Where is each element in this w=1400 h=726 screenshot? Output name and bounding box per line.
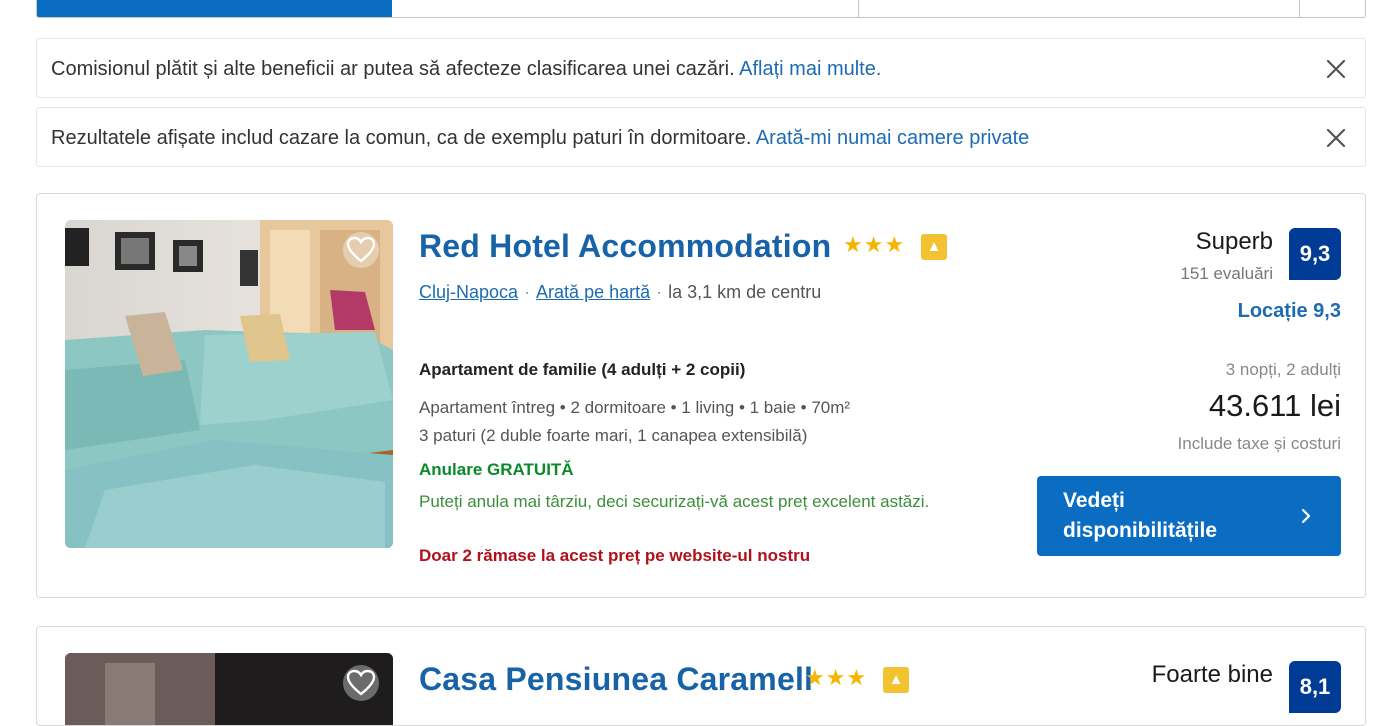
rating-word: Superb xyxy=(1195,228,1273,255)
living-room-image xyxy=(65,220,393,548)
stay-details: 3 nopți, 2 adulți xyxy=(1225,360,1341,379)
review-count[interactable]: 151 evaluări xyxy=(1180,264,1273,284)
close-icon[interactable] xyxy=(1325,127,1347,149)
search-tabs-bar xyxy=(36,0,1366,18)
star-rating: ★★★ xyxy=(843,232,906,257)
learn-more-link[interactable]: Aflați mai multe. xyxy=(739,58,881,80)
property-photo[interactable] xyxy=(65,220,393,548)
review-score-badge[interactable]: 8,1 xyxy=(1289,661,1341,713)
notice-text: Comisionul plătit și alte beneficii ar p… xyxy=(51,58,740,80)
location-line: Cluj-Napoca · Arată pe hartă · la 3,1 km de … xyxy=(419,282,822,302)
property-photo[interactable] xyxy=(65,653,393,725)
rating-word: Foarte bine xyxy=(1151,661,1273,688)
commission-notice: Comisionul plătit și alte beneficii ar p… xyxy=(36,38,1366,98)
property-title[interactable]: Casa Pensiunea Caramell xyxy=(419,661,813,698)
see-availability-button[interactable]: Vedeți disponibilitățile xyxy=(1037,476,1341,556)
see-availability-label: Vedeți disponibilitățile xyxy=(1063,489,1218,542)
save-to-wishlist-button[interactable] xyxy=(343,665,379,701)
tab-active[interactable] xyxy=(37,0,392,17)
save-to-wishlist-button[interactable] xyxy=(343,232,379,268)
location-score: Locație 9,3 xyxy=(1237,300,1341,322)
heart-icon xyxy=(346,236,376,263)
property-card: Red Hotel Accommodation ★★★ ▲ Cluj-Napoc… xyxy=(36,193,1366,598)
free-cancellation-label: Anulare GRATUITĂ xyxy=(419,460,574,479)
chevron-right-icon xyxy=(1301,508,1311,524)
tab-fourth[interactable] xyxy=(1299,0,1365,17)
room-description: Apartament întreg • 2 dormitoare • 1 liv… xyxy=(419,398,851,417)
room-title: Apartament de familie (4 adulți + 2 copi… xyxy=(419,360,746,379)
price: 43.611 lei xyxy=(1208,388,1341,423)
taxes-note: Include taxe și costuri xyxy=(1177,434,1341,453)
scarcity-message: Doar 2 rămase la acest preț pe website-u… xyxy=(419,546,811,565)
private-rooms-link[interactable]: Arată-mi numai camere private xyxy=(756,127,1029,149)
review-score-badge[interactable]: 9,3 xyxy=(1289,228,1341,280)
close-icon[interactable] xyxy=(1325,58,1347,80)
thumbs-up-icon: ▲ xyxy=(921,234,947,260)
distance-text: la 3,1 km de centru xyxy=(668,282,822,302)
free-cancellation-text: Puteți anula mai târziu, deci securizați… xyxy=(419,492,930,511)
bed-configuration: 3 paturi (2 duble foarte mari, 1 canapea… xyxy=(419,426,808,445)
show-on-map-link[interactable]: Arată pe hartă xyxy=(536,282,650,302)
property-title[interactable]: Red Hotel Accommodation xyxy=(419,228,831,265)
notice-text: Rezultatele afișate includ cazare la com… xyxy=(51,127,756,149)
property-card: Casa Pensiunea Caramell ★★★ ▲ Foarte bin… xyxy=(36,626,1366,726)
thumbs-up-icon: ▲ xyxy=(883,667,909,693)
star-rating: ★★★ xyxy=(805,665,868,690)
city-link[interactable]: Cluj-Napoca xyxy=(419,282,518,302)
tab-third[interactable] xyxy=(858,0,1300,17)
tab-second[interactable] xyxy=(392,0,859,17)
shared-accommodation-notice: Rezultatele afișate includ cazare la com… xyxy=(36,107,1366,167)
heart-icon xyxy=(346,669,376,696)
